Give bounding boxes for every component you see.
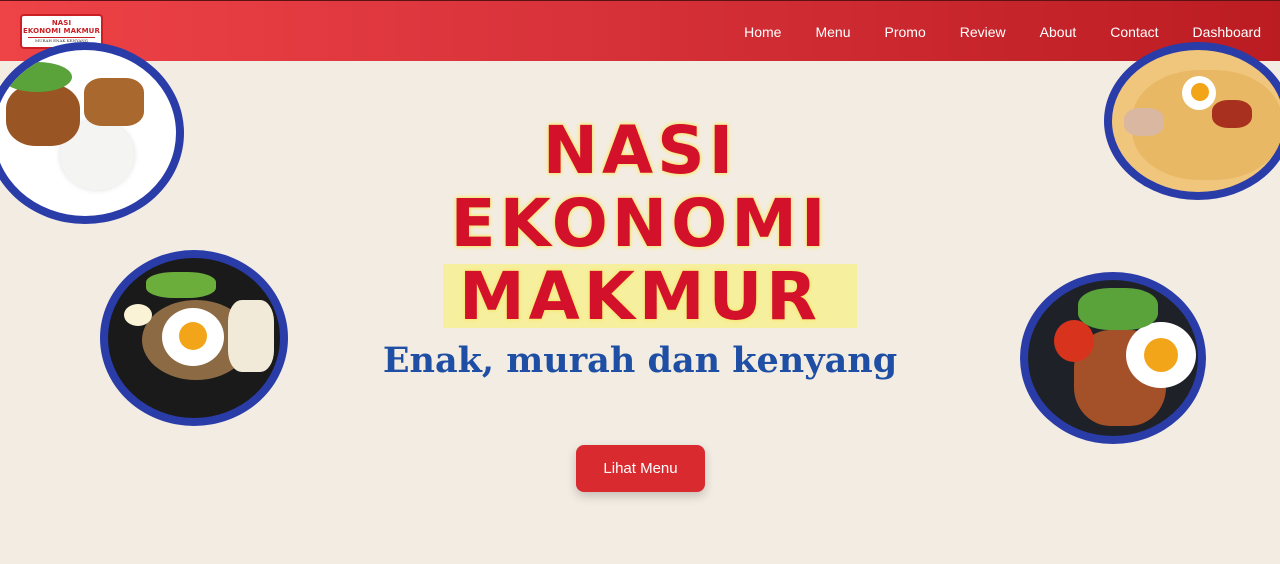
hero-title: NASI EKONOMI MAKMUR [0, 114, 1280, 333]
hero-subtitle: Enak, murah dan kenyang [382, 340, 898, 381]
hero-title-line2: EKONOMI [450, 185, 830, 262]
logo-line2: EKONOMI MAKMUR [23, 27, 100, 35]
navbar: NASI EKONOMI MAKMUR MURAH ENAK KENYANG H… [0, 0, 1280, 61]
nav-menu-link[interactable]: Menu [815, 24, 850, 40]
logo-line1: NASI [51, 19, 72, 27]
hero-title-line3: MAKMUR [459, 258, 821, 335]
nav-contact[interactable]: Contact [1110, 24, 1158, 40]
nav-about[interactable]: About [1040, 24, 1077, 40]
view-menu-button[interactable]: Lihat Menu [576, 445, 705, 492]
nav-home[interactable]: Home [744, 24, 781, 40]
nav-dashboard[interactable]: Dashboard [1193, 24, 1262, 40]
nav-review[interactable]: Review [960, 24, 1006, 40]
hero-title-line1: NASI [542, 112, 738, 189]
nav-promo[interactable]: Promo [885, 24, 926, 40]
hero-title-line3-wrap: MAKMUR [443, 258, 857, 335]
